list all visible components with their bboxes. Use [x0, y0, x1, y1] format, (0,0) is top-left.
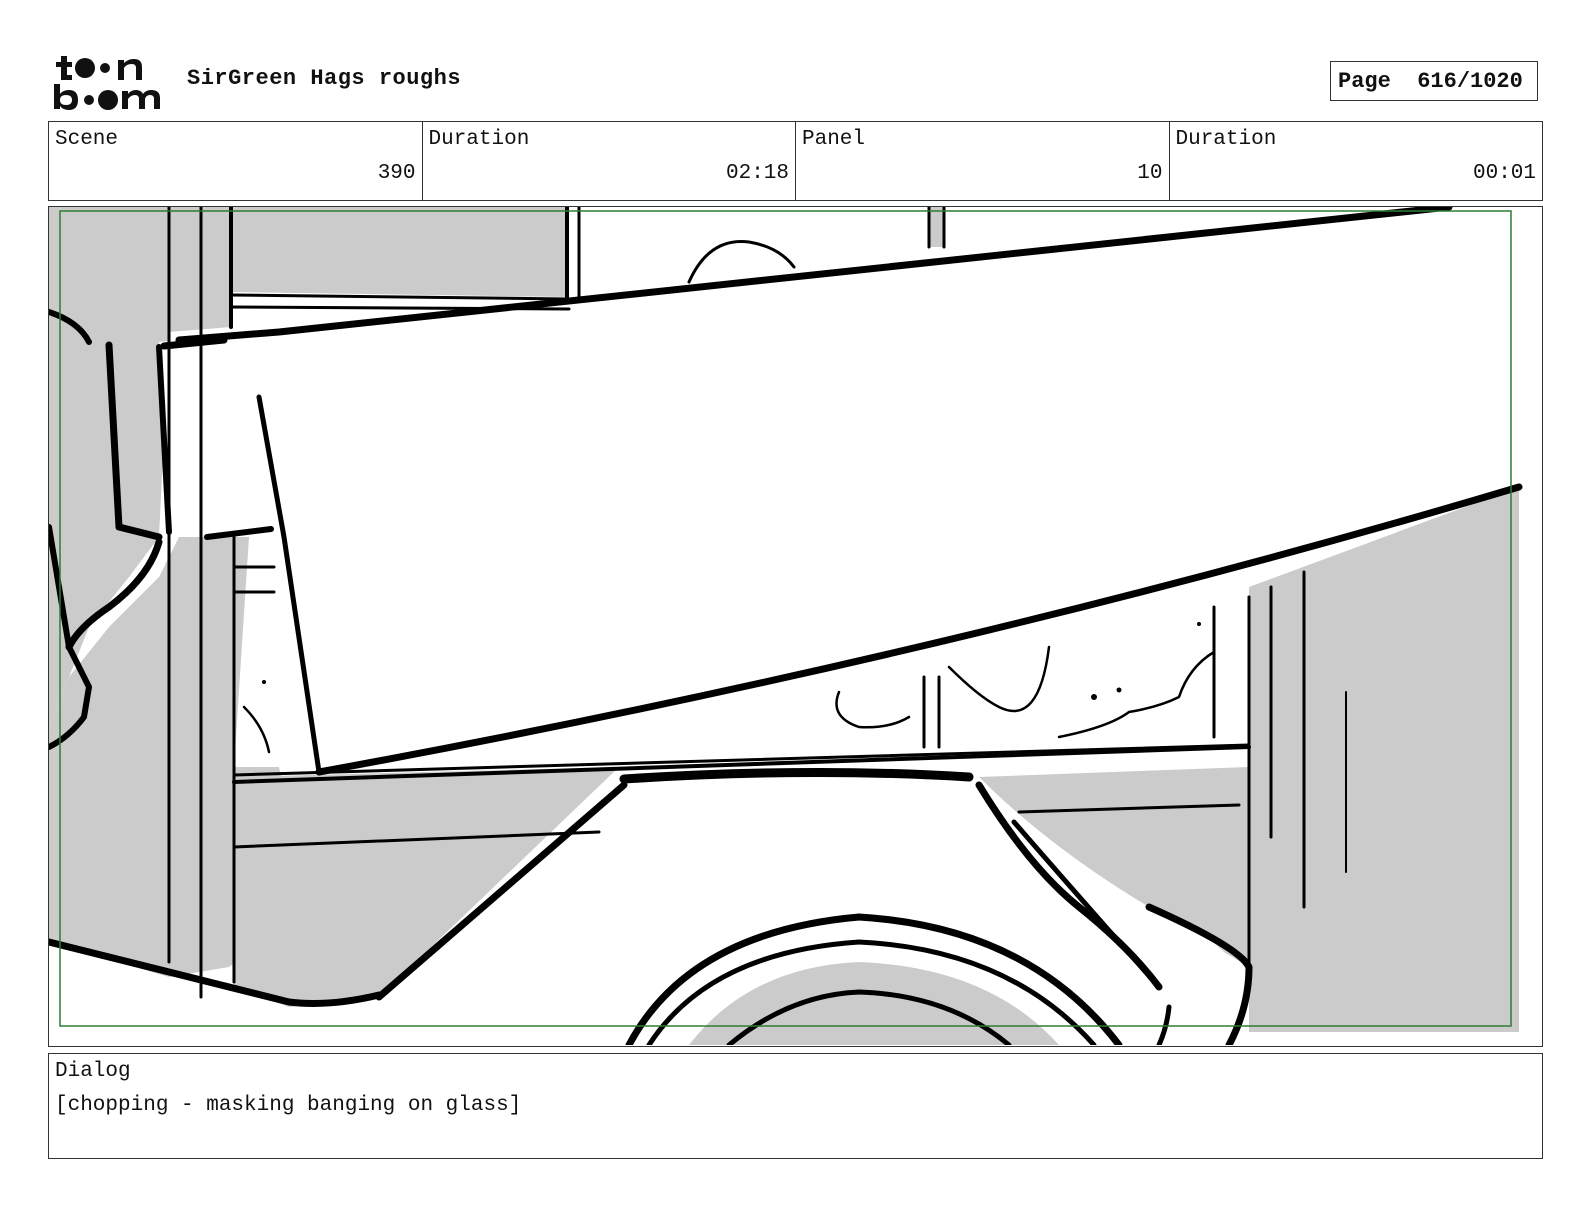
toon-boom-logo — [52, 50, 164, 112]
page-indicator: Page 616/1020 — [1330, 61, 1538, 101]
panel-duration-label: Duration — [1175, 128, 1277, 151]
scene-value: 390 — [377, 162, 416, 185]
panel-label: Panel — [802, 128, 866, 151]
project-title: SirGreen Hags roughs — [187, 66, 462, 91]
panel-duration-cell: Duration 00:01 — [1170, 122, 1543, 200]
panel-value: 10 — [1137, 162, 1163, 185]
scene-label: Scene — [55, 128, 119, 151]
panel-duration-value: 00:01 — [1472, 162, 1536, 185]
panel-cell: Panel 10 — [796, 122, 1170, 200]
page-number: 616/1020 — [1417, 68, 1523, 94]
dialog-label: Dialog — [55, 1060, 131, 1083]
scene-cell: Scene 390 — [49, 122, 423, 200]
info-table: Scene 390 Duration 02:18 Panel 10 Durati… — [48, 121, 1543, 201]
dialog-box: Dialog [chopping - masking banging on gl… — [48, 1053, 1543, 1159]
storyboard-sketch-icon — [49, 207, 1541, 1045]
scene-duration-label: Duration — [428, 128, 530, 151]
page-label: Page — [1338, 68, 1391, 94]
scene-duration-cell: Duration 02:18 — [423, 122, 796, 200]
dialog-text: [chopping - masking banging on glass] — [55, 1094, 522, 1117]
scene-duration-value: 02:18 — [725, 162, 789, 185]
storyboard-panel — [48, 206, 1543, 1047]
